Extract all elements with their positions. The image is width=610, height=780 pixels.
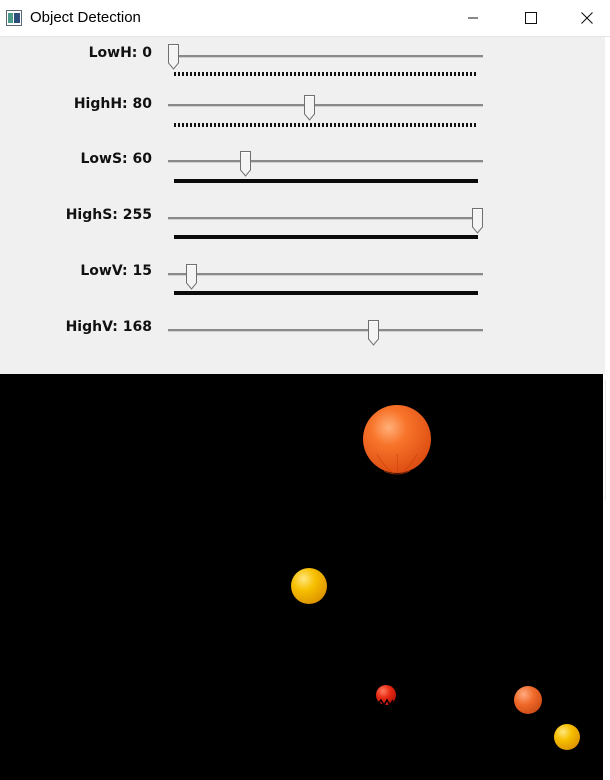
- camera-image-view: [0, 374, 603, 780]
- trackbar-label-lowh: LowH: 0: [88, 45, 152, 61]
- slider-thumb-lowh[interactable]: [168, 44, 179, 70]
- scrollbar-edge: [605, 380, 606, 500]
- small-red-ball: [376, 685, 396, 707]
- trackbar-label-highh: HighH: 80: [73, 96, 152, 112]
- trackbar-bar-highs: [174, 235, 478, 239]
- trackbar-bar-lowh: [174, 72, 478, 76]
- trackbar-label-highv: HighV: 168: [65, 319, 152, 335]
- slider-thumb-highs[interactable]: [472, 208, 483, 234]
- minimize-button[interactable]: [450, 0, 496, 36]
- trackbar-bar-highh: [174, 123, 478, 127]
- trackbar-bar-lowv: [174, 291, 478, 295]
- trackbar-panel: LowH: 0 HighH: 80 LowS: 60 HighS: 255 Lo…: [0, 37, 605, 374]
- large-orange-balloon: [363, 405, 431, 475]
- slider-track-highh[interactable]: [168, 104, 483, 107]
- yellow-ball-center: [291, 568, 327, 604]
- close-icon: [581, 12, 593, 24]
- maximize-icon: [525, 12, 537, 24]
- trackbar-label-highs: HighS: 255: [65, 207, 152, 223]
- slider-thumb-lows[interactable]: [240, 151, 251, 177]
- opencv-window-icon: [6, 10, 22, 26]
- close-button[interactable]: [564, 0, 610, 36]
- slider-thumb-highv[interactable]: [368, 320, 379, 346]
- slider-track-lows[interactable]: [168, 160, 483, 163]
- slider-track-highv[interactable]: [168, 329, 483, 332]
- detection-image: [291, 405, 580, 750]
- maximize-button[interactable]: [508, 0, 554, 36]
- trackbar-label-lowv: LowV: 15: [80, 263, 152, 279]
- trackbar-label-lows: LowS: 60: [80, 151, 152, 167]
- minimize-icon: [468, 17, 478, 19]
- trackbar-bar-lows: [174, 179, 478, 183]
- slider-track-highs[interactable]: [168, 217, 483, 220]
- window-title: Object Detection: [30, 9, 141, 26]
- title-bar: Object Detection: [0, 0, 610, 37]
- slider-track-lowv[interactable]: [168, 273, 483, 276]
- orange-ball-right: [514, 686, 542, 714]
- yellow-ball-bottom-right: [554, 724, 580, 750]
- slider-track-lowh[interactable]: [168, 55, 483, 58]
- slider-thumb-highh[interactable]: [304, 95, 315, 121]
- slider-thumb-lowv[interactable]: [186, 264, 197, 290]
